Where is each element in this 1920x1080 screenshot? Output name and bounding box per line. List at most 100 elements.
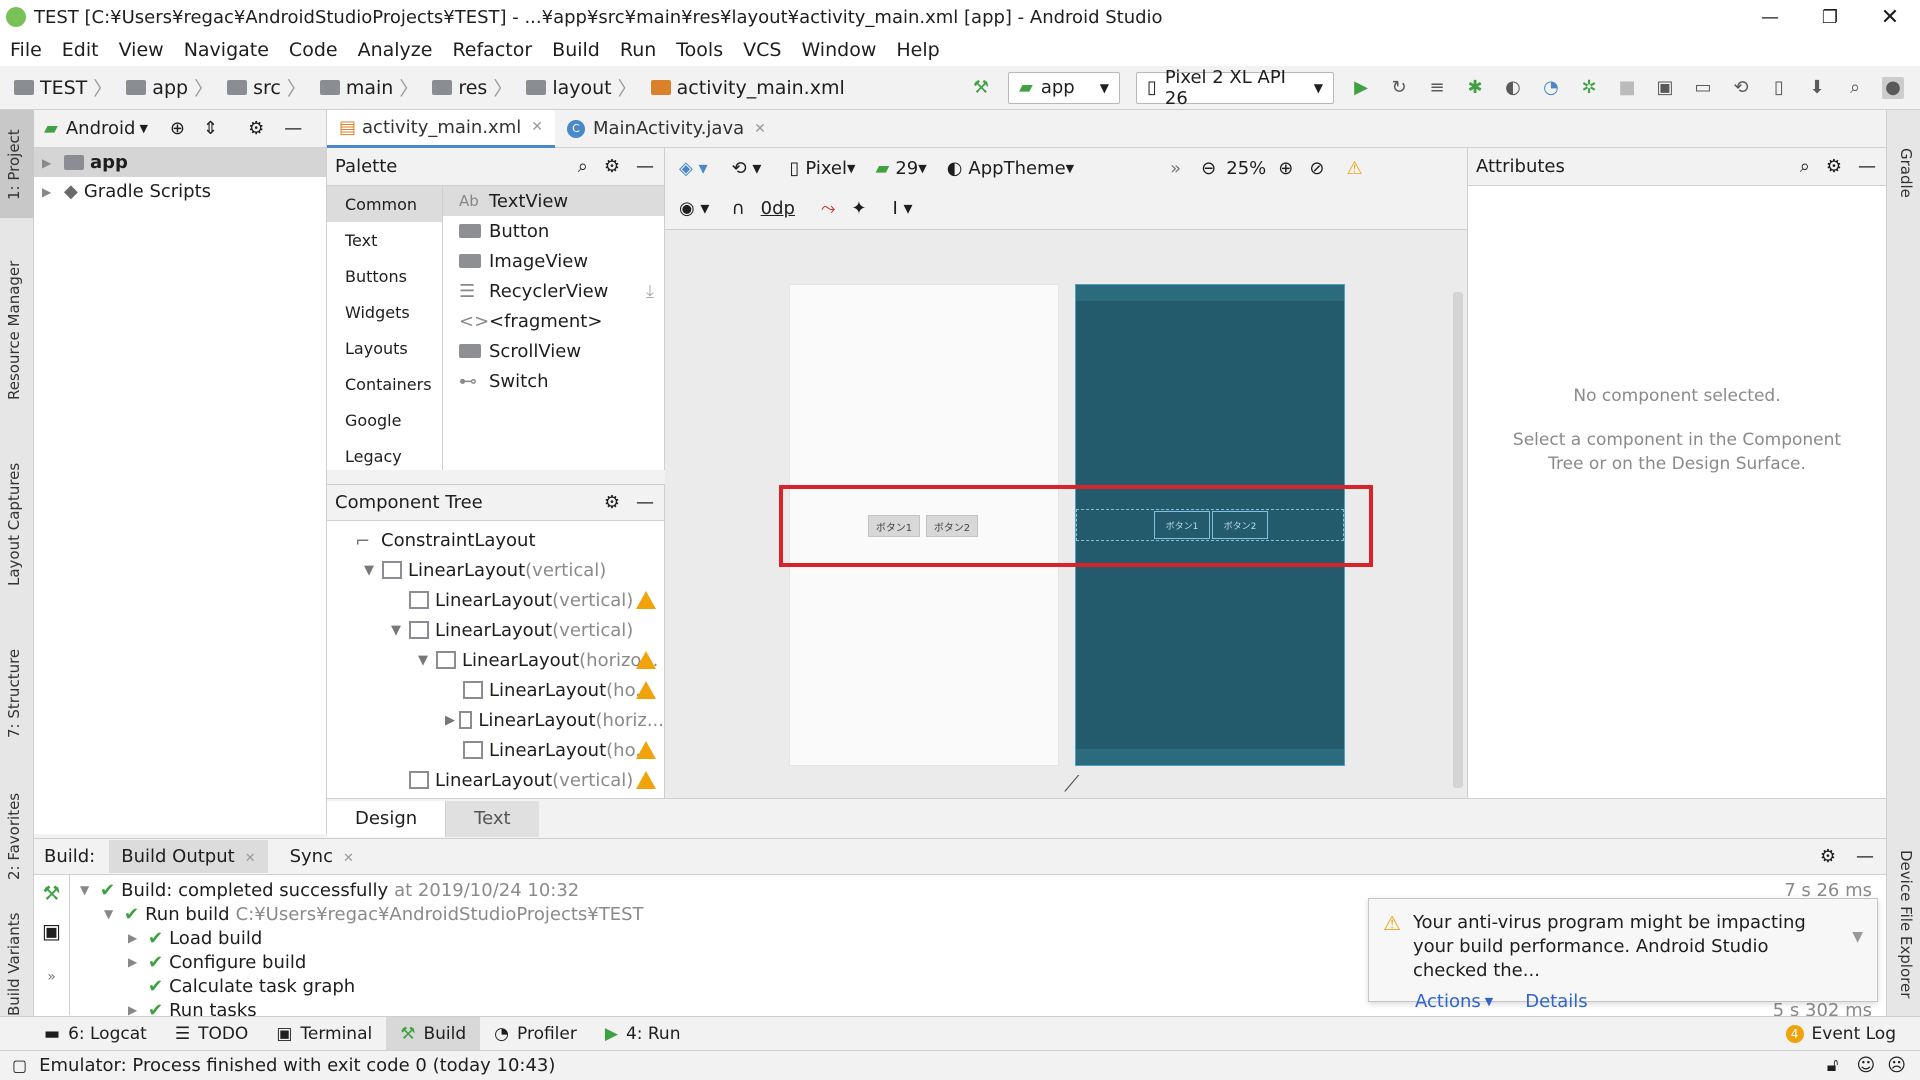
expand-icon[interactable]: ▶ bbox=[128, 955, 148, 969]
avatar[interactable]: ● bbox=[1882, 76, 1904, 99]
tool-tab-device-file-explorer[interactable]: Device File Explorer bbox=[1897, 850, 1915, 998]
notification-details-link[interactable]: Details bbox=[1525, 991, 1587, 1012]
warning-icon[interactable]: ⚠ bbox=[1346, 158, 1362, 179]
tool-tab-run[interactable]: ▶ 4: Run bbox=[591, 1017, 695, 1051]
layers-icon[interactable]: ◈ ▾ bbox=[679, 158, 708, 179]
tool-tab-layout-captures[interactable]: Layout Captures bbox=[5, 463, 23, 586]
expand-icon[interactable]: ▼ bbox=[364, 563, 378, 578]
menu-build[interactable]: Build bbox=[542, 39, 610, 61]
tool-tab-todo[interactable]: ☰ TODO bbox=[161, 1017, 263, 1051]
menu-vcs[interactable]: VCS bbox=[733, 39, 791, 61]
locate-icon[interactable]: ⊕ bbox=[170, 118, 185, 139]
tab-text[interactable]: Text bbox=[446, 800, 539, 837]
collapse-all-icon[interactable]: ⇕ bbox=[203, 118, 218, 139]
zoom-out-icon[interactable]: ⊖ bbox=[1201, 158, 1216, 179]
hide-icon[interactable]: — bbox=[636, 156, 654, 177]
orientation-icon[interactable]: ⟲ ▾ bbox=[732, 158, 762, 179]
hide-icon[interactable]: — bbox=[1856, 846, 1874, 867]
chevron-down-icon[interactable]: ▼ bbox=[139, 122, 147, 135]
chevron-down-icon[interactable]: ▼ bbox=[847, 162, 855, 175]
hide-icon[interactable]: — bbox=[1858, 156, 1876, 177]
device-pixel-select[interactable]: Pixel bbox=[805, 158, 847, 179]
gear-icon[interactable]: ⚙ bbox=[604, 156, 620, 177]
status-toggle-icon[interactable]: ▢ bbox=[12, 1056, 27, 1075]
expand-more-icon[interactable]: » bbox=[34, 969, 69, 985]
debug-icon[interactable]: ✱ bbox=[1464, 77, 1486, 99]
breadcrumb-layout[interactable]: layout 〉 bbox=[526, 74, 642, 101]
breadcrumb-main[interactable]: main 〉 bbox=[319, 74, 425, 101]
menu-tools[interactable]: Tools bbox=[666, 39, 733, 61]
component-tree-row[interactable]: ▼ LinearLayout (horizo... bbox=[327, 645, 664, 675]
tab-activity-main-xml[interactable]: ▤ activity_main.xml ✕ bbox=[327, 109, 555, 148]
menu-edit[interactable]: Edit bbox=[52, 39, 109, 61]
menu-help[interactable]: Help bbox=[886, 39, 949, 61]
stop-icon[interactable]: ■ bbox=[1616, 77, 1638, 99]
gear-icon[interactable]: ⚙ bbox=[248, 118, 264, 139]
infer-constraints-icon[interactable]: ✦ bbox=[851, 198, 866, 219]
component-tree-row[interactable]: LinearLayout (vertical) bbox=[327, 765, 664, 795]
chevron-down-icon[interactable]: ▼ bbox=[1485, 995, 1493, 1008]
palette-category-widgets[interactable]: Widgets bbox=[327, 294, 442, 330]
tool-tab-gradle[interactable]: Gradle bbox=[1897, 148, 1915, 198]
smiley-icon[interactable]: ☺ bbox=[1856, 1055, 1875, 1076]
component-tree-row[interactable]: ▼ LinearLayout (vertical) bbox=[327, 555, 664, 585]
tab-design[interactable]: Design bbox=[327, 800, 447, 837]
chevron-down-icon[interactable]: ▼ bbox=[1066, 162, 1074, 175]
expand-icon[interactable]: ▼ bbox=[80, 883, 100, 897]
toggle-view-icon[interactable]: ▣ bbox=[34, 919, 69, 943]
hammer-icon[interactable]: ⚒ bbox=[34, 881, 69, 905]
menu-navigate[interactable]: Navigate bbox=[174, 39, 279, 61]
search-icon[interactable]: ⌕ bbox=[1844, 77, 1866, 99]
clear-constraints-icon[interactable]: ⤳ bbox=[821, 198, 835, 219]
expand-icon[interactable]: ▼ bbox=[104, 907, 124, 921]
tool-tab-resource-manager[interactable]: Resource Manager bbox=[5, 261, 23, 400]
expand-icon[interactable]: ▶ bbox=[445, 713, 455, 728]
phone-icon[interactable]: ▯ bbox=[789, 158, 799, 179]
hide-icon[interactable]: — bbox=[284, 118, 302, 139]
expand-icon[interactable]: ▶ bbox=[128, 931, 148, 945]
expand-icon[interactable]: ▼ bbox=[391, 623, 405, 638]
tool-tab-project[interactable]: 1: Project bbox=[5, 129, 23, 200]
menu-analyze[interactable]: Analyze bbox=[348, 39, 443, 61]
tab-build-output[interactable]: Build Output ✕ bbox=[109, 840, 268, 873]
warning-icon[interactable] bbox=[636, 591, 656, 609]
sync-gradle-icon[interactable]: ⟲ bbox=[1730, 77, 1752, 99]
menu-run[interactable]: Run bbox=[610, 39, 666, 61]
expand-icon[interactable]: ▶ bbox=[128, 1003, 148, 1017]
profile-icon[interactable]: ◔ bbox=[1540, 77, 1562, 99]
widget-textview[interactable]: Ab TextView bbox=[443, 186, 664, 216]
hide-icon[interactable]: — bbox=[636, 492, 654, 513]
palette-category-layouts[interactable]: Layouts bbox=[327, 330, 442, 366]
tree-item-gradle-scripts[interactable]: ▶ ◆ Gradle Scripts bbox=[34, 177, 326, 206]
vertical-scrollbar[interactable] bbox=[1453, 292, 1463, 788]
gear-icon[interactable]: ⚙ bbox=[1820, 846, 1836, 867]
palette-category-buttons[interactable]: Buttons bbox=[327, 258, 442, 294]
widget-fragment[interactable]: <> <fragment> bbox=[443, 306, 664, 336]
apply-changes-icon[interactable]: ↻ bbox=[1388, 77, 1410, 99]
project-view-select[interactable]: Android bbox=[66, 118, 136, 139]
design-surface[interactable] bbox=[665, 148, 1467, 798]
component-tree-row[interactable]: ▶ LinearLayout (horiz... bbox=[327, 705, 664, 735]
warning-icon[interactable] bbox=[636, 651, 656, 669]
tab-main-activity-java[interactable]: C MainActivity.java ✕ bbox=[555, 110, 778, 148]
breadcrumb-src[interactable]: src 〉 bbox=[227, 74, 312, 101]
chevron-down-icon[interactable]: ▼ bbox=[1852, 929, 1863, 945]
close-tab-icon[interactable]: ✕ bbox=[245, 851, 256, 866]
widget-switch[interactable]: ⊷ Switch bbox=[443, 366, 664, 396]
notification-actions-link[interactable]: Actions bbox=[1415, 991, 1481, 1012]
menu-refactor[interactable]: Refactor bbox=[442, 39, 542, 61]
menu-code[interactable]: Code bbox=[279, 39, 348, 61]
tool-tab-favorites[interactable]: 2: Favorites bbox=[5, 793, 23, 880]
run-icon[interactable]: ▶ bbox=[1350, 77, 1372, 99]
tool-tab-profiler[interactable]: ◔ Profiler bbox=[480, 1017, 591, 1051]
warning-icon[interactable] bbox=[636, 771, 656, 789]
widget-scrollview[interactable]: ScrollView bbox=[443, 336, 664, 366]
gear-icon[interactable]: ⚙ bbox=[604, 492, 620, 513]
component-tree-row[interactable]: ⌐ ConstraintLayout bbox=[327, 525, 664, 555]
zoom-fit-icon[interactable]: ⊘ bbox=[1309, 158, 1324, 179]
minimize-icon[interactable]: — bbox=[1740, 7, 1800, 28]
menu-file[interactable]: File bbox=[0, 39, 52, 61]
palette-category-containers[interactable]: Containers bbox=[327, 366, 442, 402]
warning-icon[interactable] bbox=[636, 741, 656, 759]
tool-tab-terminal[interactable]: ▣ Terminal bbox=[262, 1017, 386, 1051]
